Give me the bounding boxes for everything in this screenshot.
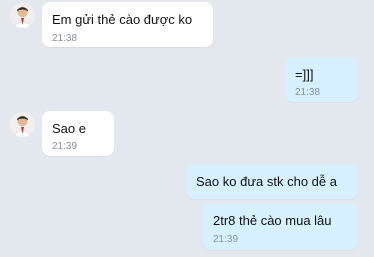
message-bubble-outgoing[interactable]: 2tr8 thẻ cào mua lâu 21:39 (203, 204, 358, 250)
message-text: 2tr8 thẻ cào mua lâu (213, 213, 332, 228)
message-bubble-incoming[interactable]: Sao e 21:39 (42, 111, 114, 156)
message-timestamp: 21:39 (213, 234, 239, 245)
message-bubble-outgoing[interactable]: Sao ko đưa stk cho dễ a (186, 165, 358, 199)
message-bubble-incoming[interactable]: Em gửi thẻ cào được ko 21:38 (42, 2, 213, 47)
message-text: =]]] (295, 67, 314, 82)
contact-avatar-icon (10, 112, 35, 137)
message-bubble-outgoing[interactable]: =]]] 21:38 (285, 58, 358, 102)
contact-avatar[interactable] (10, 3, 35, 28)
contact-avatar-icon (10, 3, 35, 28)
message-timestamp: 21:39 (52, 141, 78, 152)
message-text: Sao e (52, 121, 86, 136)
message-timestamp: 21:38 (295, 87, 321, 98)
message-text: Em gửi thẻ cào được ko (52, 12, 193, 27)
message-text: Sao ko đưa stk cho dễ a (196, 174, 337, 189)
message-timestamp: 21:38 (52, 33, 78, 44)
contact-avatar[interactable] (10, 112, 35, 137)
